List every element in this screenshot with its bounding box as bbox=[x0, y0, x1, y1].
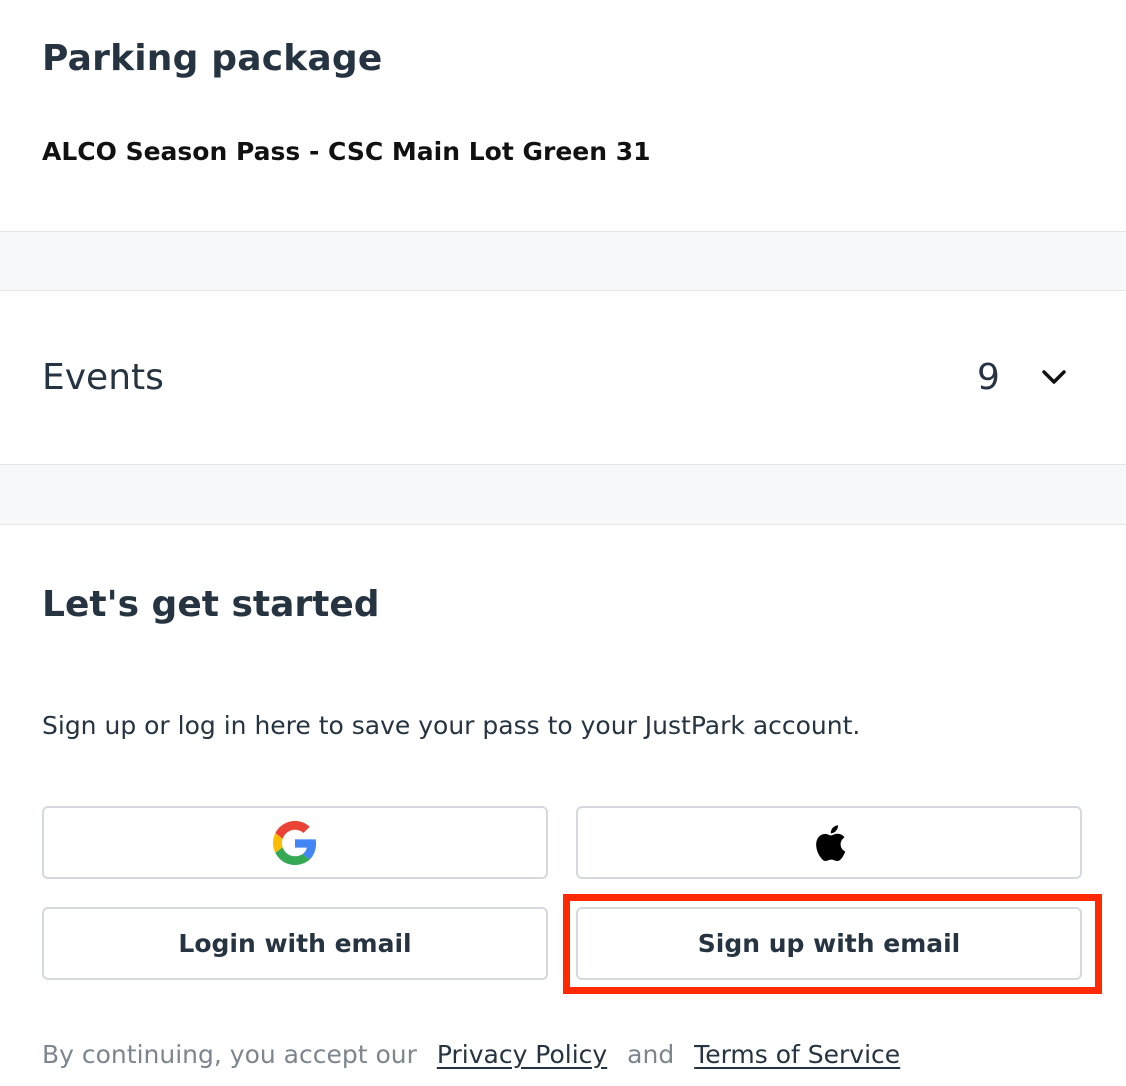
login-with-email-button[interactable]: Login with email bbox=[42, 907, 548, 980]
parking-package-section: Parking package ALCO Season Pass - CSC M… bbox=[0, 0, 1126, 232]
signup-with-email-button[interactable]: Sign up with email bbox=[576, 907, 1082, 980]
section-divider bbox=[0, 464, 1126, 525]
parking-package-heading: Parking package bbox=[42, 38, 383, 79]
chevron-down-icon[interactable] bbox=[1040, 366, 1068, 388]
legal-notice: By continuing, you accept our Privacy Po… bbox=[42, 1040, 912, 1069]
apple-icon bbox=[816, 824, 846, 861]
privacy-policy-link[interactable]: Privacy Policy bbox=[437, 1040, 607, 1069]
events-accordion[interactable] bbox=[0, 291, 1126, 464]
legal-prefix: By continuing, you accept our bbox=[42, 1040, 417, 1069]
parking-package-name: ALCO Season Pass - CSC Main Lot Green 31 bbox=[42, 137, 651, 166]
events-label: Events bbox=[42, 357, 164, 398]
events-count: 9 bbox=[977, 357, 1000, 398]
legal-conjunction: and bbox=[627, 1040, 675, 1069]
get-started-description: Sign up or log in here to save your pass… bbox=[42, 711, 861, 740]
apple-signin-button[interactable] bbox=[576, 806, 1082, 879]
terms-of-service-link[interactable]: Terms of Service bbox=[694, 1040, 900, 1069]
get-started-heading: Let's get started bbox=[42, 584, 380, 625]
google-icon bbox=[273, 820, 317, 865]
google-signin-button[interactable] bbox=[42, 806, 548, 879]
section-divider bbox=[0, 231, 1126, 291]
